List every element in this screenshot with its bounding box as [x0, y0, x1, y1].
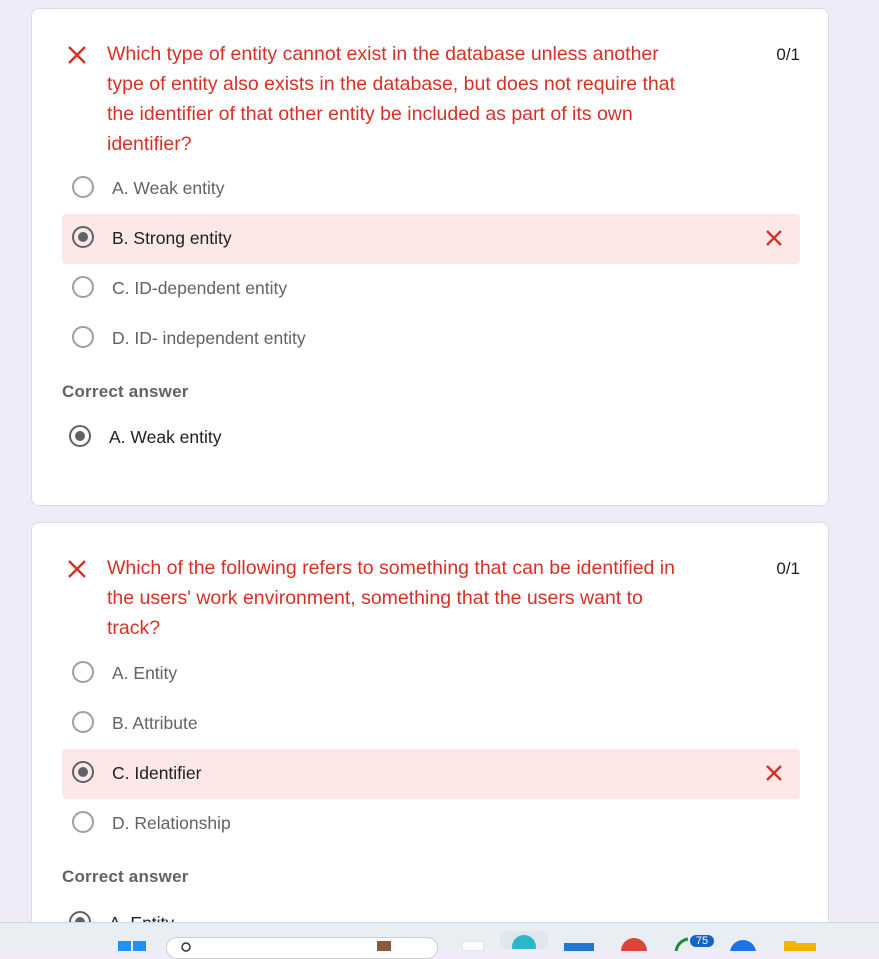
taskbar: 75	[0, 922, 879, 959]
correct-answer-option: A. Weak entity	[62, 419, 462, 459]
option-label: B. Attribute	[112, 713, 198, 733]
radio-icon[interactable]	[72, 176, 94, 198]
correct-answer-title: Correct answer	[62, 382, 189, 401]
radio-selected-icon[interactable]	[72, 226, 94, 248]
mail-icon[interactable]	[564, 941, 594, 951]
edge-icon[interactable]	[500, 931, 548, 949]
score-label: 0/1	[776, 559, 800, 578]
search-icon	[181, 942, 191, 952]
option-label: C. Identifier	[112, 763, 202, 783]
option-label: A. Entity	[112, 663, 178, 683]
search-box[interactable]	[166, 937, 438, 959]
radio-icon[interactable]	[72, 811, 94, 833]
folder-icon[interactable]	[784, 941, 816, 951]
option-label: C. ID-dependent entity	[112, 278, 288, 298]
task-view-icon[interactable]	[462, 941, 484, 951]
incorrect-x-icon	[68, 560, 86, 578]
search-highlight-icon	[377, 941, 391, 951]
incorrect-x-icon	[766, 230, 782, 246]
incorrect-x-icon	[68, 46, 86, 64]
question-text: Which type of entity cannot exist in the…	[107, 43, 676, 155]
option-d[interactable]: D. ID- independent entity	[62, 314, 800, 364]
radio-icon[interactable]	[72, 276, 94, 298]
radio-selected-icon[interactable]	[72, 761, 94, 783]
correct-answer-label: A. Weak entity	[109, 427, 222, 447]
radio-icon[interactable]	[72, 326, 94, 348]
option-label: D. Relationship	[112, 813, 231, 833]
store-icon[interactable]	[728, 939, 758, 951]
radio-icon[interactable]	[72, 661, 94, 683]
option-label: D. ID- independent entity	[112, 328, 306, 348]
option-c-selected-wrong[interactable]: C. Identifier	[62, 749, 800, 799]
correct-answer-title: Correct answer	[62, 867, 189, 886]
option-b[interactable]: B. Attribute	[62, 699, 800, 749]
radio-selected-icon	[69, 425, 91, 447]
windows-start-icon[interactable]	[118, 941, 148, 951]
score-label: 0/1	[776, 45, 800, 64]
notification-badge: 75	[695, 935, 709, 947]
question-card: Which type of entity cannot exist in the…	[31, 8, 829, 506]
option-b-selected-wrong[interactable]: B. Strong entity	[62, 214, 800, 264]
option-label: B. Strong entity	[112, 228, 232, 248]
question-card: Which of the following refers to somethi…	[31, 522, 829, 942]
radio-icon[interactable]	[72, 711, 94, 733]
incorrect-x-icon	[766, 765, 782, 781]
chrome-icon[interactable]	[620, 937, 648, 951]
question-text: Which of the following refers to somethi…	[107, 557, 675, 639]
option-c[interactable]: C. ID-dependent entity	[62, 264, 800, 314]
option-a[interactable]: A. Entity	[62, 649, 800, 699]
option-d[interactable]: D. Relationship	[62, 799, 800, 849]
option-a[interactable]: A. Weak entity	[62, 164, 800, 214]
option-label: A. Weak entity	[112, 178, 225, 198]
